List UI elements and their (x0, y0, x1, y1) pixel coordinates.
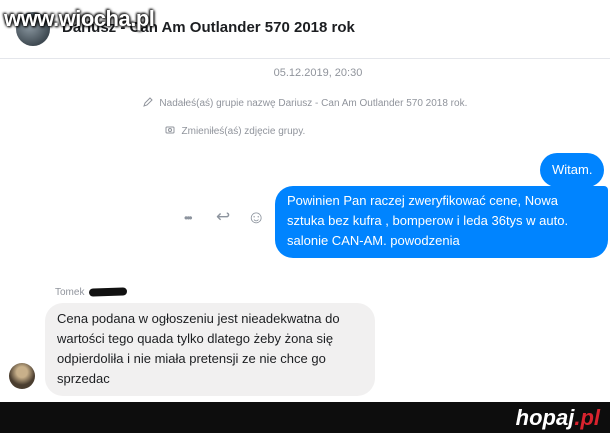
more-options-icon[interactable]: ••• (184, 211, 192, 225)
system-message-text: Zmieniłeś(aś) zdjęcie grupy. (181, 126, 306, 137)
message-bubble-incoming[interactable]: Cena podana w ogłoszeniu jest nieadekwat… (45, 303, 375, 396)
footer-logo: hopaj.pl (516, 405, 600, 431)
footer-logo-name: hopaj (515, 405, 575, 430)
photo-icon (165, 126, 178, 137)
reply-icon[interactable]: ↩ (216, 207, 230, 227)
system-message-text: Nadałeś(aś) grupie nazwę Dariusz - Can A… (159, 98, 468, 109)
system-message-rename: Nadałeś(aś) grupie nazwę Dariusz - Can A… (0, 97, 610, 109)
sender-name: Tomek (55, 287, 85, 298)
sender-avatar[interactable] (9, 363, 35, 389)
message-timestamp: 05.12.2019, 20:30 (273, 67, 363, 79)
system-message-photo: Zmieniłeś(aś) zdjęcie grupy. (0, 125, 540, 137)
footer-bar: hopaj.pl (0, 402, 610, 433)
message-bubble-outgoing[interactable]: Witam. (540, 153, 605, 187)
watermark-logo: www.wiocha.pl (4, 6, 155, 31)
footer-logo-tld: .pl (574, 405, 600, 430)
react-icon[interactable]: ☺ (247, 207, 265, 228)
message-bubble-outgoing[interactable]: Powinien Pan raczej zweryfikować cene, N… (275, 186, 608, 258)
pencil-icon (142, 97, 156, 109)
chat-header: Dariusz - Can Am Outlander 570 2018 rok … (0, 0, 610, 59)
censor-mark (88, 287, 128, 297)
